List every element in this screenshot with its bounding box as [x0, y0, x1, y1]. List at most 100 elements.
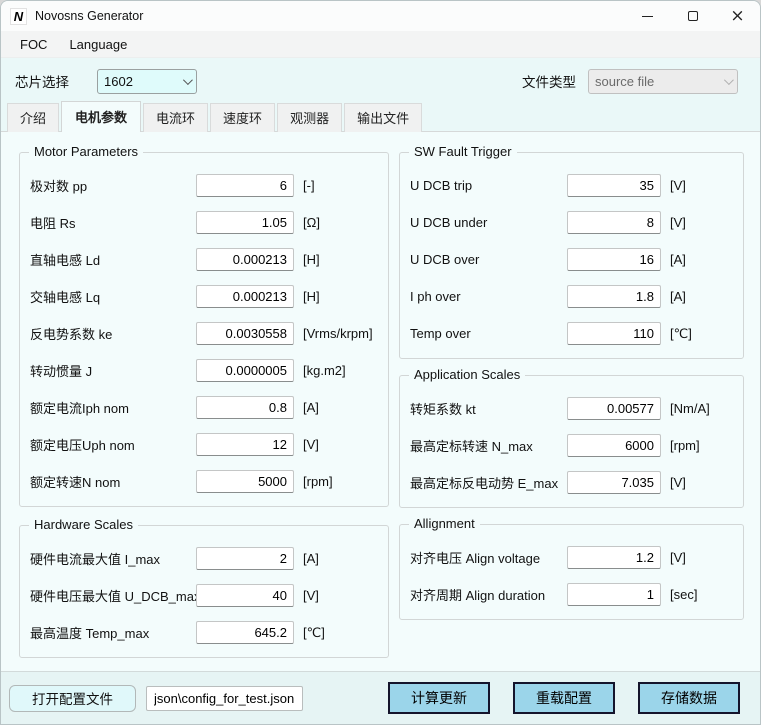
field-input[interactable]	[567, 397, 661, 420]
field-label: 反电势系数 ke	[30, 324, 196, 343]
window-title: Novosns Generator	[35, 9, 143, 23]
field-row: 极对数 pp [-]	[30, 167, 376, 204]
open-config-button[interactable]: 打开配置文件	[9, 685, 136, 712]
field-row: 额定电压Uph nom [V]	[30, 426, 376, 463]
field-label: 电阻 Rs	[30, 213, 196, 232]
minimize-icon	[642, 16, 653, 17]
group-rows: U DCB trip[V]U DCB under[V]U DCB over[A]…	[410, 167, 731, 352]
field-row: 最高定标反电动势 E_max[V]	[410, 464, 731, 501]
reload-config-button[interactable]: 重载配置	[513, 682, 615, 714]
group-title: Hardware Scales	[29, 517, 138, 532]
field-label: 额定电流Iph nom	[30, 398, 196, 417]
menu-item-foc[interactable]: FOC	[9, 34, 58, 55]
field-input[interactable]	[196, 285, 294, 308]
field-label: 对齐周期 Align duration	[410, 585, 567, 604]
field-input[interactable]	[567, 434, 661, 457]
field-row: U DCB under [V]	[410, 204, 731, 241]
field-unit: [H]	[294, 252, 376, 267]
config-path-input[interactable]	[146, 686, 303, 711]
field-label: 极对数 pp	[30, 176, 196, 195]
field-label: 硬件电压最大值 U_DCB_max	[30, 586, 196, 605]
right-column: SW Fault Trigger U DCB trip[V]U DCB unde…	[399, 152, 744, 671]
field-unit: [rpm]	[294, 474, 376, 489]
field-unit: [Vrms/krpm]	[294, 326, 376, 341]
tab-observer[interactable]: 观测器	[277, 103, 342, 132]
field-input[interactable]	[196, 621, 294, 644]
field-unit: [V]	[661, 475, 731, 490]
field-row: 硬件电流最大值 I_max[A]	[30, 540, 376, 577]
field-input[interactable]	[196, 322, 294, 345]
field-unit: [V]	[294, 437, 376, 452]
field-row: 转矩系数 kt[Nm/A]	[410, 390, 731, 427]
group-rows: 对齐电压 Align voltage [V] 对齐周期 Align duration…	[410, 539, 731, 613]
maximize-button[interactable]	[670, 1, 715, 31]
group-sw-fault-trigger: SW Fault Trigger U DCB trip[V]U DCB unde…	[399, 152, 744, 359]
field-input[interactable]	[567, 322, 661, 345]
tab-motor-params[interactable]: 电机参数	[61, 101, 141, 132]
field-input[interactable]	[567, 174, 661, 197]
menu-item-language[interactable]: Language	[58, 34, 138, 55]
title-bar: N Novosns Generator ×	[1, 1, 760, 31]
field-unit: [rpm]	[661, 438, 731, 453]
field-unit: [kg.m2]	[294, 363, 376, 378]
tab-output-file[interactable]: 输出文件	[344, 103, 422, 132]
field-row: 电阻 Rs[Ω]	[30, 204, 376, 241]
field-input[interactable]	[567, 211, 661, 234]
field-label: 对齐电压 Align voltage	[410, 548, 567, 567]
footer-bar: 打开配置文件 计算更新 重载配置 存储数据	[1, 671, 760, 724]
motor-params-page: Motor Parameters 极对数 pp[-]电阻 Rs[Ω]直轴电感 L…	[1, 131, 760, 671]
field-unit: [sec]	[661, 587, 731, 602]
field-input[interactable]	[196, 211, 294, 234]
group-title: Application Scales	[409, 367, 525, 382]
filetype-combobox: source file	[588, 69, 738, 94]
field-input[interactable]	[567, 285, 661, 308]
field-label: 额定电压Uph nom	[30, 435, 196, 454]
field-input[interactable]	[196, 174, 294, 197]
group-application-scales: Application Scales 转矩系数 kt[Nm/A]最高定标转速 N…	[399, 375, 744, 508]
group-title: Motor Parameters	[29, 144, 143, 159]
field-input[interactable]	[196, 359, 294, 382]
filetype-label: 文件类型	[522, 71, 576, 91]
chip-select-value: 1602	[104, 74, 133, 89]
maximize-icon	[688, 11, 698, 21]
toolbar: 芯片选择 1602 文件类型 source file	[1, 58, 760, 104]
close-button[interactable]: ×	[715, 1, 760, 31]
field-unit: [V]	[661, 550, 731, 565]
field-unit: [A]	[661, 289, 731, 304]
field-input[interactable]	[196, 584, 294, 607]
group-rows: 极对数 pp[-]电阻 Rs[Ω]直轴电感 Ld[H]交轴电感 Lq[H]反电势…	[30, 167, 376, 500]
save-data-button[interactable]: 存储数据	[638, 682, 740, 714]
tab-strip: 介绍 电机参数 电流环 速度环 观测器 输出文件	[1, 104, 760, 131]
field-input[interactable]	[196, 470, 294, 493]
chip-select-combobox[interactable]: 1602	[97, 69, 197, 94]
tab-current-loop[interactable]: 电流环	[143, 103, 208, 132]
menu-bar: FOC Language	[1, 31, 760, 58]
app-window: N Novosns Generator × FOC Language 芯片选择 …	[0, 0, 761, 725]
field-input[interactable]	[567, 248, 661, 271]
field-label: 转矩系数 kt	[410, 399, 567, 418]
field-input[interactable]	[567, 546, 661, 569]
field-input[interactable]	[567, 471, 661, 494]
field-unit: [-]	[294, 178, 376, 193]
field-unit: [V]	[661, 215, 731, 230]
filetype-value: source file	[595, 74, 654, 89]
tab-speed-loop[interactable]: 速度环	[210, 103, 275, 132]
tab-intro[interactable]: 介绍	[7, 103, 59, 132]
field-unit: [A]	[294, 400, 376, 415]
app-logo-icon: N	[10, 8, 27, 25]
field-unit: [A]	[294, 551, 376, 566]
field-unit: [H]	[294, 289, 376, 304]
group-rows: 硬件电流最大值 I_max[A]硬件电压最大值 U_DCB_max[V]最高温度…	[30, 540, 376, 651]
field-unit: [℃]	[661, 326, 731, 342]
field-input[interactable]	[196, 547, 294, 570]
chevron-down-icon	[183, 75, 193, 85]
field-input[interactable]	[196, 248, 294, 271]
field-input[interactable]	[196, 433, 294, 456]
calc-update-button[interactable]: 计算更新	[388, 682, 490, 714]
field-label: U DCB under	[410, 215, 567, 230]
field-input[interactable]	[567, 583, 661, 606]
minimize-button[interactable]	[625, 1, 670, 31]
group-hardware-scales: Hardware Scales 硬件电流最大值 I_max[A]硬件电压最大值 …	[19, 525, 389, 658]
group-title: Allignment	[409, 516, 480, 531]
field-input[interactable]	[196, 396, 294, 419]
